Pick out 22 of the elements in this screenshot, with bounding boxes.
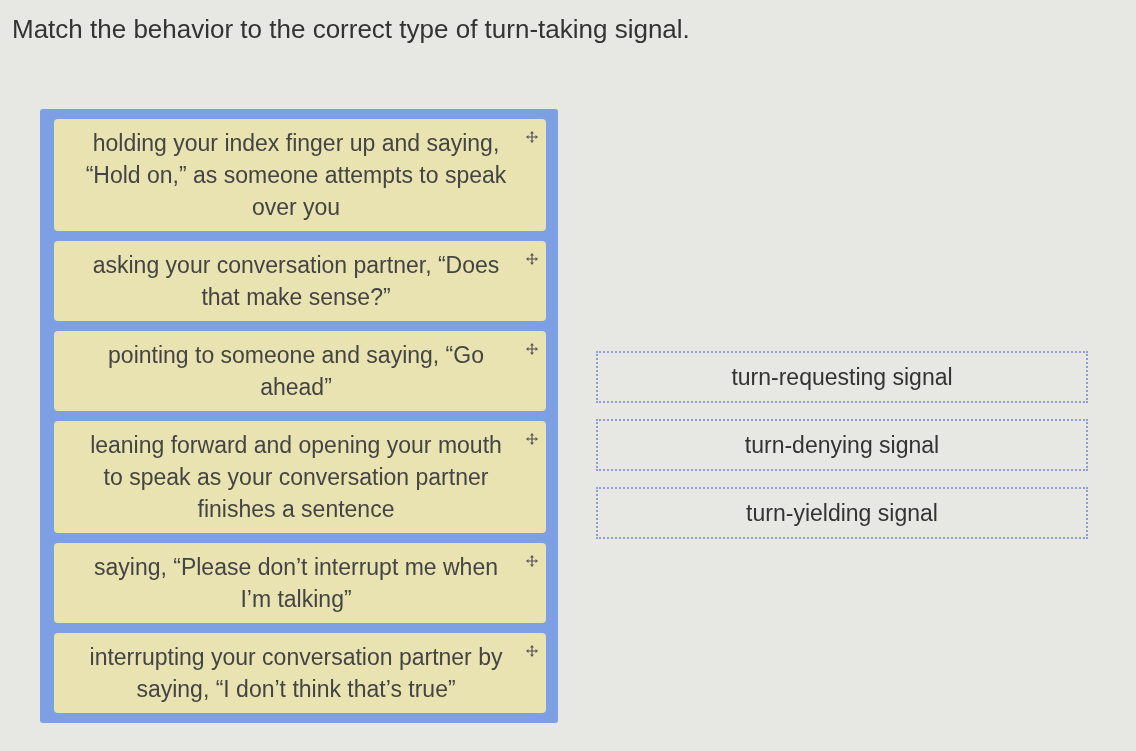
behavior-text: holding your index finger up and saying, “Hold on,” as someone attempts to speak over you (84, 129, 508, 222)
drop-target[interactable]: turn-denying signal (596, 419, 1088, 471)
behavior-text: interrupting your conversation partner by saying, “I don’t think that’s true” (88, 643, 504, 704)
move-icon (526, 131, 538, 143)
move-icon (526, 253, 538, 265)
behavior-text: asking your conversation partner, “Does that make sense?” (91, 251, 501, 312)
draggable-card[interactable]: interrupting your conversation partner by saying, “I don’t think that’s true” (54, 633, 546, 713)
move-icon (526, 343, 538, 355)
behavior-text: saying, “Please don’t interrupt me when I’m talking” (93, 553, 499, 614)
draggable-card[interactable]: holding your index finger up and saying, “Hold on,” as someone attempts to speak over you (54, 119, 546, 231)
drop-target[interactable]: turn-yielding signal (596, 487, 1088, 539)
move-icon (526, 433, 538, 445)
drop-target[interactable]: turn-requesting signal (596, 351, 1088, 403)
draggable-card[interactable]: leaning forward and opening your mouth to speak as your conversation partner finishes a sentence (54, 421, 546, 533)
draggable-card[interactable]: pointing to someone and saying, “Go ahead” (54, 331, 546, 411)
draggable-card[interactable]: asking your conversation partner, “Does that make sense?” (54, 241, 546, 321)
move-icon (526, 645, 538, 657)
behavior-text: pointing to someone and saying, “Go ahead” (107, 341, 485, 402)
draggable-card[interactable]: saying, “Please don’t interrupt me when I’m talking” (54, 543, 546, 623)
question-prompt: Match the behavior to the correct type of turn-taking signal. (12, 14, 690, 45)
move-icon (526, 555, 538, 567)
behavior-text: leaning forward and opening your mouth to speak as your conversation partner finishes a sentence (89, 431, 503, 524)
